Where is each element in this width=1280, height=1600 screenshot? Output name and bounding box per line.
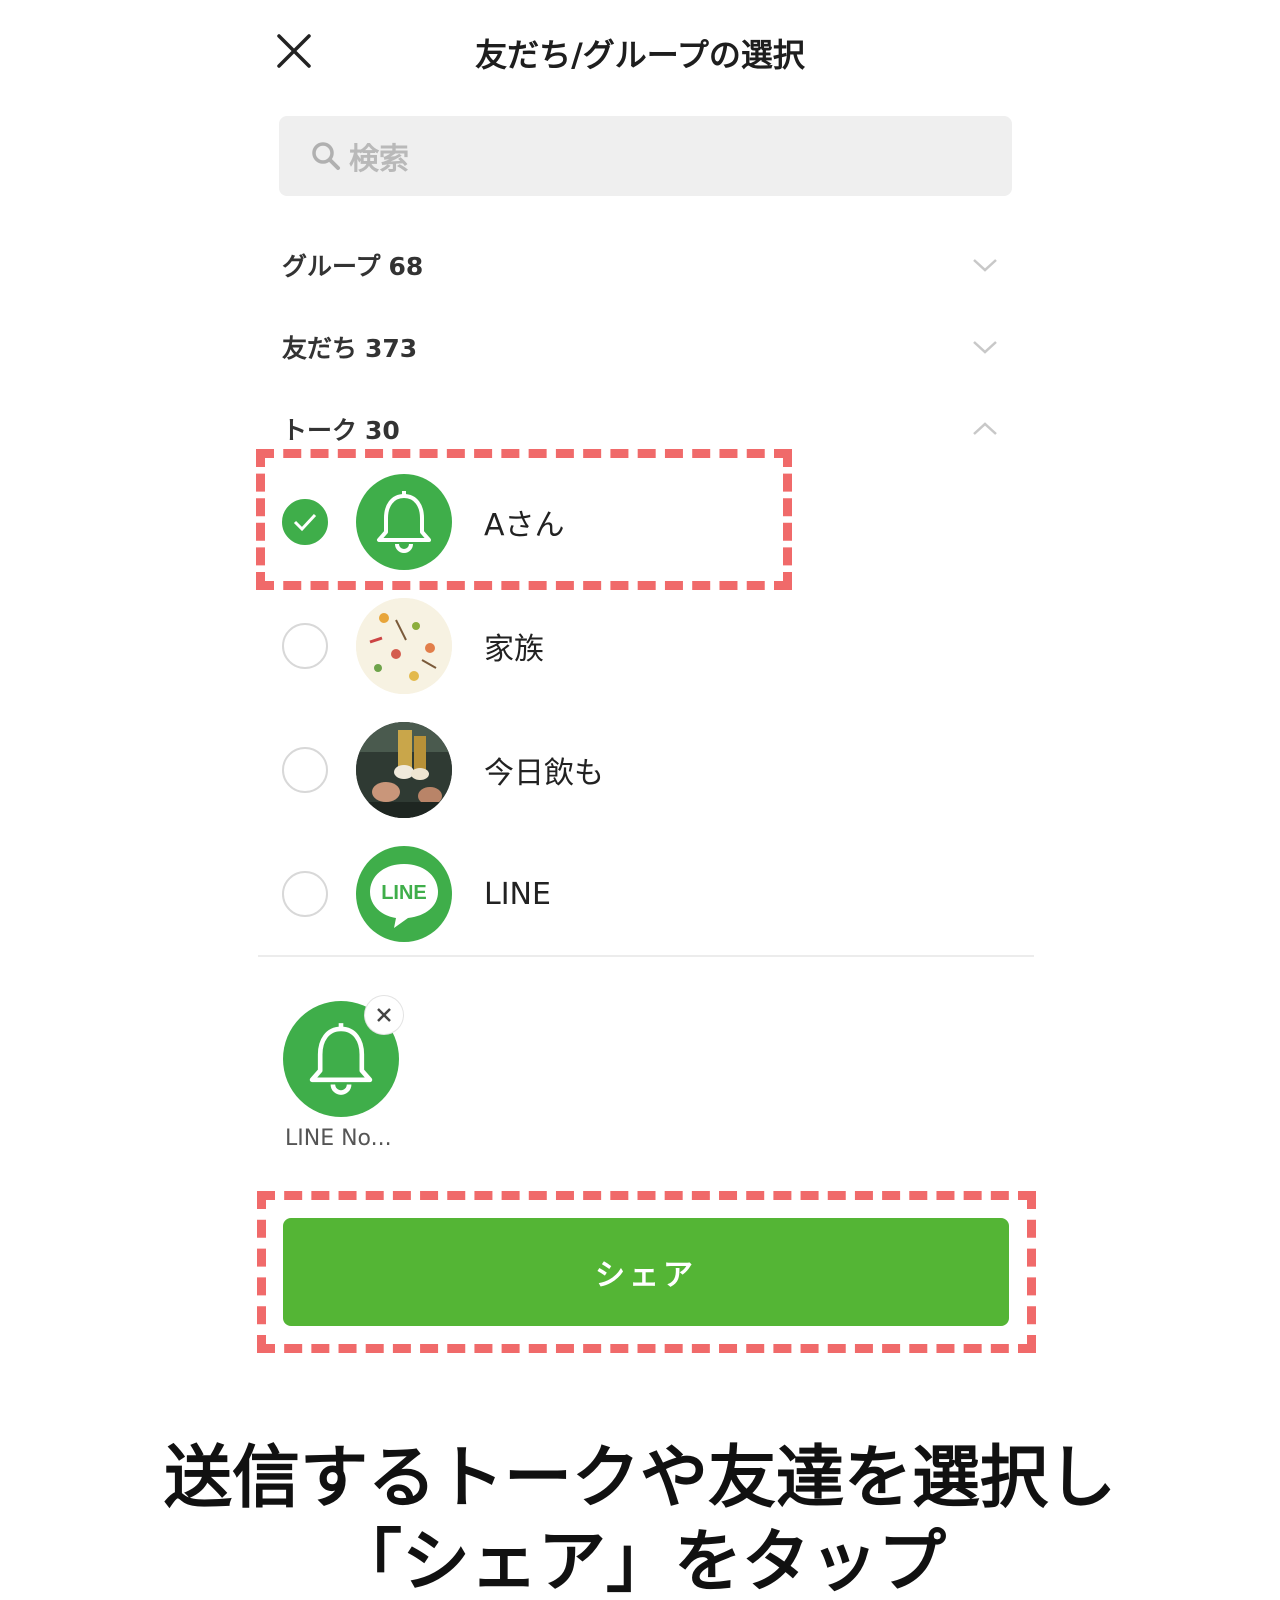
- checkbox[interactable]: [282, 871, 328, 917]
- bell-icon: [309, 1023, 373, 1095]
- bell-icon: [377, 491, 431, 553]
- caption-line-1: 送信するトークや友達を選択し: [163, 1439, 1116, 1518]
- list-item[interactable]: 今日飲も: [282, 720, 1012, 820]
- section-label: トーク 30: [282, 416, 400, 445]
- drinks-photo: [356, 722, 452, 818]
- list-item[interactable]: Aさん: [282, 472, 1012, 572]
- chevron-down-icon: [973, 259, 997, 272]
- list-item[interactable]: 家族: [282, 596, 1012, 696]
- section-friends[interactable]: 友だち 373: [282, 322, 1012, 372]
- avatar: [356, 598, 452, 694]
- avatar: [356, 722, 452, 818]
- share-button[interactable]: シェア: [283, 1218, 1009, 1326]
- caption: 送信するトークや友達を選択し 「シェア」をタップ: [0, 1437, 1280, 1600]
- checkbox-checked[interactable]: [282, 499, 328, 545]
- talk-name: 家族: [484, 632, 544, 667]
- section-label: グループ 68: [282, 252, 424, 281]
- selected-label: LINE No...: [285, 1126, 392, 1151]
- talk-name: 今日飲も: [484, 756, 604, 791]
- chevron-down-icon: [973, 341, 997, 354]
- talk-name: LINE: [484, 876, 551, 912]
- remove-selected-button[interactable]: [365, 996, 403, 1034]
- divider: [258, 955, 1034, 957]
- chevron-up-icon: [973, 422, 997, 435]
- remove-icon: [377, 1008, 391, 1022]
- checkbox[interactable]: [282, 623, 328, 669]
- check-icon: [293, 513, 317, 532]
- pattern-image: [356, 598, 452, 694]
- list-item[interactable]: LINE LINE: [282, 844, 1012, 944]
- avatar: [356, 474, 452, 570]
- caption-line-2: 「シェア」をタップ: [333, 1523, 946, 1600]
- avatar: LINE: [356, 846, 452, 942]
- search-input[interactable]: 検索: [279, 116, 1012, 196]
- talk-name: Aさん: [484, 508, 565, 543]
- section-groups[interactable]: グループ 68: [282, 240, 1012, 290]
- search-placeholder: 検索: [349, 142, 409, 177]
- share-target-screen: 友だち/グループの選択 検索 グループ 68 友だち 373 トーク 30 Aさ…: [0, 0, 1280, 1600]
- section-label: 友だち 373: [282, 334, 418, 363]
- section-talks[interactable]: トーク 30: [282, 404, 1012, 454]
- checkbox[interactable]: [282, 747, 328, 793]
- page-title: 友だち/グループの選択: [475, 36, 805, 74]
- line-logo-icon: LINE: [370, 864, 438, 928]
- line-logo-text: LINE: [381, 882, 427, 904]
- search-icon: [312, 142, 340, 170]
